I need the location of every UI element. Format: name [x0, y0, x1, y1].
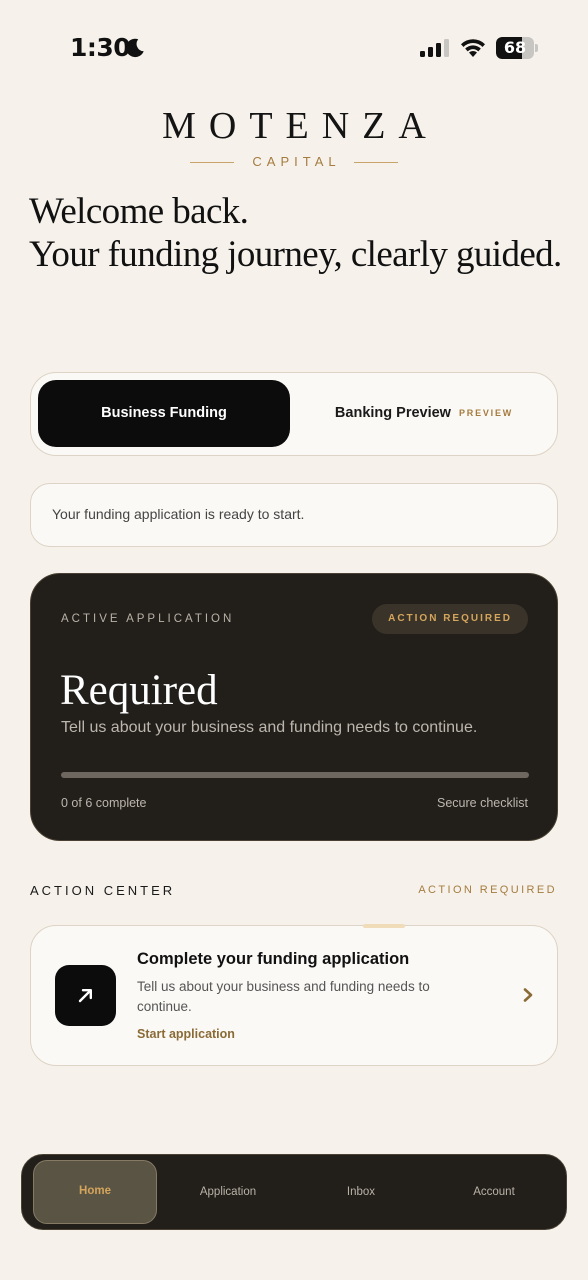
brand-subtitle: CAPITAL — [252, 154, 341, 169]
tab-business-funding-label: Business Funding — [101, 405, 227, 421]
status-notice-text: Your funding application is ready to sta… — [52, 506, 305, 522]
chevron-right-icon — [523, 988, 533, 1002]
brand-divider-right — [354, 162, 398, 163]
battery-nub — [535, 44, 538, 52]
page-title: Welcome back. Your funding journey, clea… — [29, 190, 569, 276]
secure-checklist-label: Secure checklist — [436, 796, 528, 810]
card-accent-bar — [363, 924, 405, 928]
action-center-status: ACTION REQUIRED — [418, 884, 557, 896]
tab-application[interactable]: Application — [166, 1160, 290, 1224]
brand-logo: MOTENZA CAPITAL — [0, 104, 588, 169]
arrow-up-right-glyph — [78, 989, 92, 1003]
application-description: Tell us about your business and funding … — [61, 719, 478, 736]
active-application-card[interactable]: ACTIVE APPLICATION ACTION REQUIRED Requi… — [30, 573, 558, 841]
status-bar: 1:30 68 — [0, 0, 588, 96]
arrow-up-right-icon — [55, 965, 116, 1026]
battery-body: 68 — [496, 37, 534, 59]
bottom-tab-bar: Home Application Inbox Account — [21, 1154, 567, 1230]
status-notice: Your funding application is ready to sta… — [30, 483, 558, 547]
tab-inbox[interactable]: Inbox — [299, 1160, 423, 1224]
application-status-title: Required — [60, 667, 218, 714]
status-time: 1:30 — [70, 33, 131, 62]
headline-line-1: Welcome back. — [29, 191, 249, 232]
action-center-title: ACTION CENTER — [30, 883, 176, 898]
brand-name: MOTENZA — [162, 105, 439, 147]
action-card-title: Complete your funding application — [137, 950, 410, 968]
tab-business-funding[interactable]: Business Funding — [38, 380, 290, 447]
wifi-icon — [461, 39, 485, 57]
tab-home[interactable]: Home — [33, 1160, 157, 1224]
moon-icon — [125, 38, 144, 58]
funding-mode-switch: Business Funding Banking Preview PREVIEW — [30, 372, 558, 456]
application-eyebrow: ACTIVE APPLICATION — [61, 613, 235, 625]
preview-badge: PREVIEW — [458, 408, 514, 418]
status-badge: ACTION REQUIRED — [372, 604, 528, 634]
tab-banking-preview[interactable]: Banking Preview PREVIEW — [297, 380, 551, 447]
progress-count: 0 of 6 complete — [61, 796, 147, 810]
start-application-link[interactable]: Start application — [137, 1027, 235, 1041]
signal-icon — [420, 39, 449, 57]
progress-bar — [61, 772, 529, 778]
tab-account[interactable]: Account — [432, 1160, 556, 1224]
headline-line-2: Your funding journey, clearly guided. — [29, 234, 562, 275]
battery-level: 68 — [503, 38, 527, 57]
battery-icon: 68 — [496, 37, 538, 59]
complete-application-card[interactable]: Complete your funding application Tell u… — [30, 925, 558, 1066]
action-card-description: Tell us about your business and funding … — [137, 979, 430, 1014]
tab-banking-preview-label: Banking Preview — [334, 405, 451, 421]
